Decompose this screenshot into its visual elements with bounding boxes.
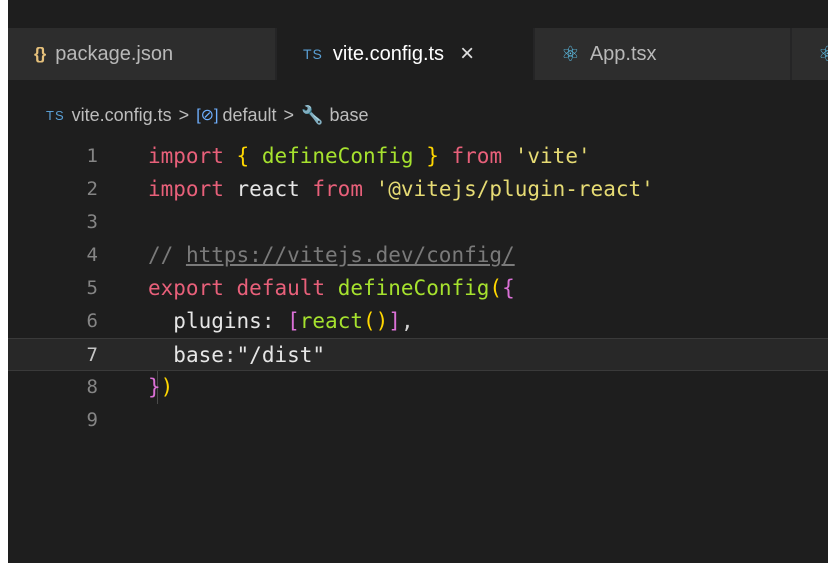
tab-bar: {} package.json TS vite.config.ts × ⚛ Ap… [8, 28, 828, 80]
typescript-file-icon: TS [46, 107, 65, 123]
comment-link[interactable]: https://vitejs.dev/config/ [186, 243, 515, 267]
react-file-icon: ⚛ [561, 42, 580, 66]
line-code[interactable]: // https://vitejs.dev/config/ [148, 239, 515, 272]
tab-label: App.tsx [589, 42, 657, 65]
line-code[interactable]: plugins: [react()], [148, 305, 413, 338]
chevron-right-icon: > [178, 104, 190, 125]
code-line[interactable]: 9 [8, 404, 828, 437]
line-number: 1 [86, 145, 98, 167]
code-line[interactable]: 8 }) [8, 371, 828, 404]
code-line[interactable]: 2 import react from '@vitejs/plugin-reac… [8, 173, 828, 206]
line-number: 3 [86, 211, 98, 233]
breadcrumb-file[interactable]: vite.config.ts [72, 105, 172, 126]
tab-label: vite.config.ts [332, 42, 445, 65]
breadcrumb-property[interactable]: base [329, 105, 368, 126]
typescript-file-icon: TS [303, 46, 323, 62]
line-code[interactable]: import react from '@vitejs/plugin-react' [148, 173, 654, 206]
line-number: 5 [86, 277, 98, 299]
json-file-icon: {} [34, 44, 46, 63]
line-code[interactable]: export default defineConfig({ [148, 272, 515, 305]
tab-app-tsx[interactable]: ⚛ App.tsx [535, 28, 791, 80]
code-area[interactable]: 1 import { defineConfig } from 'vite' 2 … [8, 140, 828, 480]
line-number: 4 [86, 244, 98, 266]
wrench-icon: 🔧 [301, 104, 324, 125]
tab-overflow[interactable]: ⚛ [792, 28, 828, 80]
line-code[interactable]: base:"/dist" [148, 339, 325, 372]
line-code[interactable]: import { defineConfig } from 'vite' [148, 140, 591, 173]
tab-vite-config-ts[interactable]: TS vite.config.ts × [277, 28, 534, 80]
variable-symbol-icon: [⊘] [196, 107, 219, 124]
tab-package-json[interactable]: {} package.json [8, 28, 276, 80]
code-line[interactable]: 1 import { defineConfig } from 'vite' [8, 140, 828, 173]
code-line[interactable]: 5 export default defineConfig({ [8, 272, 828, 305]
line-number: 7 [86, 344, 98, 366]
breadcrumb: TS vite.config.ts > [⊘] default > 🔧 base [46, 100, 369, 130]
code-line-current[interactable]: 7 base:"/dist" [8, 338, 828, 371]
line-number: 8 [86, 376, 98, 398]
tab-label: package.json [55, 42, 174, 65]
close-icon[interactable]: × [460, 42, 474, 66]
code-line[interactable]: 3 [8, 206, 828, 239]
code-line[interactable]: 4 // https://vitejs.dev/config/ [8, 239, 828, 272]
code-line[interactable]: 6 plugins: [react()], [8, 305, 828, 338]
line-number: 6 [86, 310, 98, 332]
breadcrumb-symbol[interactable]: default [222, 105, 276, 126]
line-code[interactable]: }) [148, 371, 173, 404]
react-file-icon: ⚛ [818, 42, 828, 66]
code-editor: {} package.json TS vite.config.ts × ⚛ Ap… [8, 0, 828, 563]
chevron-right-icon: > [283, 104, 295, 125]
line-number: 2 [86, 178, 98, 200]
line-number: 9 [86, 409, 98, 431]
